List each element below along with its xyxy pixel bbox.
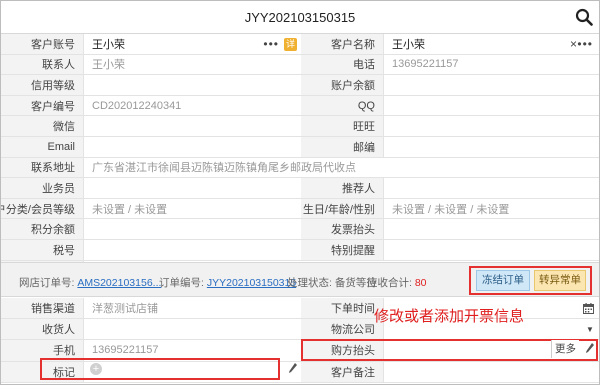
customer-row: 客户账号 王小荣 客户名称 王小荣 ••• 详 ••• ×: [1, 34, 599, 55]
field-value[interactable]: 未设置 / 未设置: [83, 198, 301, 219]
field-value[interactable]: 广东省湛江市徐闻县迈陈镇迈陈镇角尾乡邮政局代收点: [83, 157, 599, 178]
field-label: QQ: [301, 95, 383, 116]
field-label: Email: [1, 136, 83, 157]
shop-order-link[interactable]: AMS202103156...: [77, 277, 161, 289]
field-value[interactable]: [83, 319, 301, 340]
field-label: 税号: [1, 239, 83, 260]
customer-row: 联系人 王小荣 电话 13695221157: [1, 54, 599, 76]
field-value[interactable]: CD202012240341: [83, 95, 301, 116]
field-label: 生日/年龄/性别: [301, 198, 383, 219]
order-no-link[interactable]: JYY202103150315: [207, 277, 296, 289]
field-label: 客户备注: [301, 361, 383, 382]
receivable-field: 应收合计: 80: [367, 275, 427, 290]
field-label: 物流公司: [301, 319, 383, 340]
freeze-order-button[interactable]: 冻结订单: [476, 270, 530, 291]
customer-info-grid: 客户账号 王小荣 客户名称 王小荣 ••• 详 ••• × 联系人 王小荣 电话 1369522115…: [1, 34, 599, 282]
field-value[interactable]: 王小荣: [83, 54, 301, 75]
field-label: 积分余额: [1, 219, 83, 239]
search-icon[interactable]: [575, 8, 593, 26]
field-value[interactable]: [383, 136, 599, 157]
field-value[interactable]: [83, 178, 301, 198]
customer-row: 客户编号 CD202012240341 QQ: [1, 95, 599, 117]
field-value[interactable]: [383, 361, 599, 382]
field-value[interactable]: 洋葱测试店铺: [83, 298, 301, 319]
add-mark-icon[interactable]: +: [90, 363, 102, 375]
order-no-field: 订单编号: JYY202103150315: [159, 275, 296, 290]
customer-row: 客户分类/会员等级未设置 / 未设置生日/年龄/性别未设置 / 未设置 / 未设…: [1, 198, 599, 220]
customer-row: 微信 旺旺: [1, 116, 599, 137]
field-label: 客户编号: [1, 95, 83, 116]
status-field: 处理状态: 备货等待: [287, 275, 377, 290]
customer-row: 税号 特别提醒: [1, 239, 599, 261]
field-value[interactable]: [83, 75, 301, 95]
more-dots-icon[interactable]: •••: [577, 37, 593, 51]
field-label: 特别提醒: [301, 239, 383, 260]
customer-row: 积分余额 发票抬头: [1, 219, 599, 240]
field-label: 业务员: [1, 178, 83, 198]
mark-highlight-box: [40, 358, 280, 380]
customer-row: 信用等级 账户余额: [1, 75, 599, 96]
field-value[interactable]: [383, 116, 599, 136]
field-value[interactable]: [383, 75, 599, 95]
field-label: 邮编: [301, 136, 383, 157]
order-no-label: 订单编号:: [159, 277, 204, 289]
clear-icon[interactable]: ×: [570, 37, 577, 51]
field-label: 联系人: [1, 54, 83, 75]
customer-row: Email 邮编: [1, 136, 599, 158]
more-button[interactable]: 更多: [551, 340, 579, 358]
shop-order-label: 网店订单号:: [19, 277, 75, 289]
logistics-dropdown-icon[interactable]: ▼: [586, 325, 594, 334]
field-label: 下单时间: [301, 298, 383, 319]
customer-row: 联系地址 广东省湛江市徐闻县迈陈镇迈陈镇角尾乡邮政局代收点: [1, 157, 599, 179]
field-label: 账户余额: [301, 75, 383, 95]
field-label: 客户分类/会员等级: [1, 198, 83, 219]
receivable-label: 应收合计:: [367, 277, 412, 289]
shop-order-field: 网店订单号: AMS202103156...: [19, 275, 161, 290]
more-dots-icon[interactable]: •••: [263, 37, 279, 51]
field-label: 发票抬头: [301, 219, 383, 239]
title-bar: JYY202103150315: [1, 1, 599, 34]
field-value[interactable]: [383, 95, 599, 116]
field-label: 联系地址: [1, 157, 83, 178]
invoice-annotation: 修改或者添加开票信息: [374, 308, 525, 325]
field-value[interactable]: [383, 178, 599, 198]
edit-mark-icon[interactable]: [288, 362, 298, 374]
field-value[interactable]: 13695221157: [383, 54, 599, 75]
field-value[interactable]: [83, 116, 301, 136]
field-label: 微信: [1, 116, 83, 136]
field-value[interactable]: [83, 239, 301, 260]
status-label: 处理状态:: [287, 277, 332, 289]
field-label: 电话: [301, 54, 383, 75]
field-label: 旺旺: [301, 116, 383, 136]
field-value[interactable]: 王小荣: [383, 34, 599, 54]
field-value[interactable]: [383, 239, 599, 260]
receivable-value: 80: [414, 277, 427, 289]
field-value[interactable]: [83, 219, 301, 239]
field-label: 客户账号: [1, 34, 83, 54]
field-label: 信用等级: [1, 75, 83, 95]
field-value[interactable]: [83, 136, 301, 157]
edit-invoice-title-icon[interactable]: [585, 342, 595, 354]
customer-row: 业务员 推荐人: [1, 178, 599, 199]
field-label: 推荐人: [301, 178, 383, 198]
field-label: 收货人: [1, 319, 83, 340]
calendar-icon[interactable]: [583, 303, 594, 314]
field-value[interactable]: 未设置 / 未设置 / 未设置: [383, 198, 599, 219]
detail-badge[interactable]: 详: [284, 38, 297, 51]
order-title: JYY202103150315: [244, 10, 356, 25]
field-label: 客户名称: [301, 34, 383, 54]
field-label: 销售渠道: [1, 298, 83, 319]
field-value[interactable]: [383, 219, 599, 239]
abnormal-order-button[interactable]: 转异常单: [534, 270, 586, 291]
